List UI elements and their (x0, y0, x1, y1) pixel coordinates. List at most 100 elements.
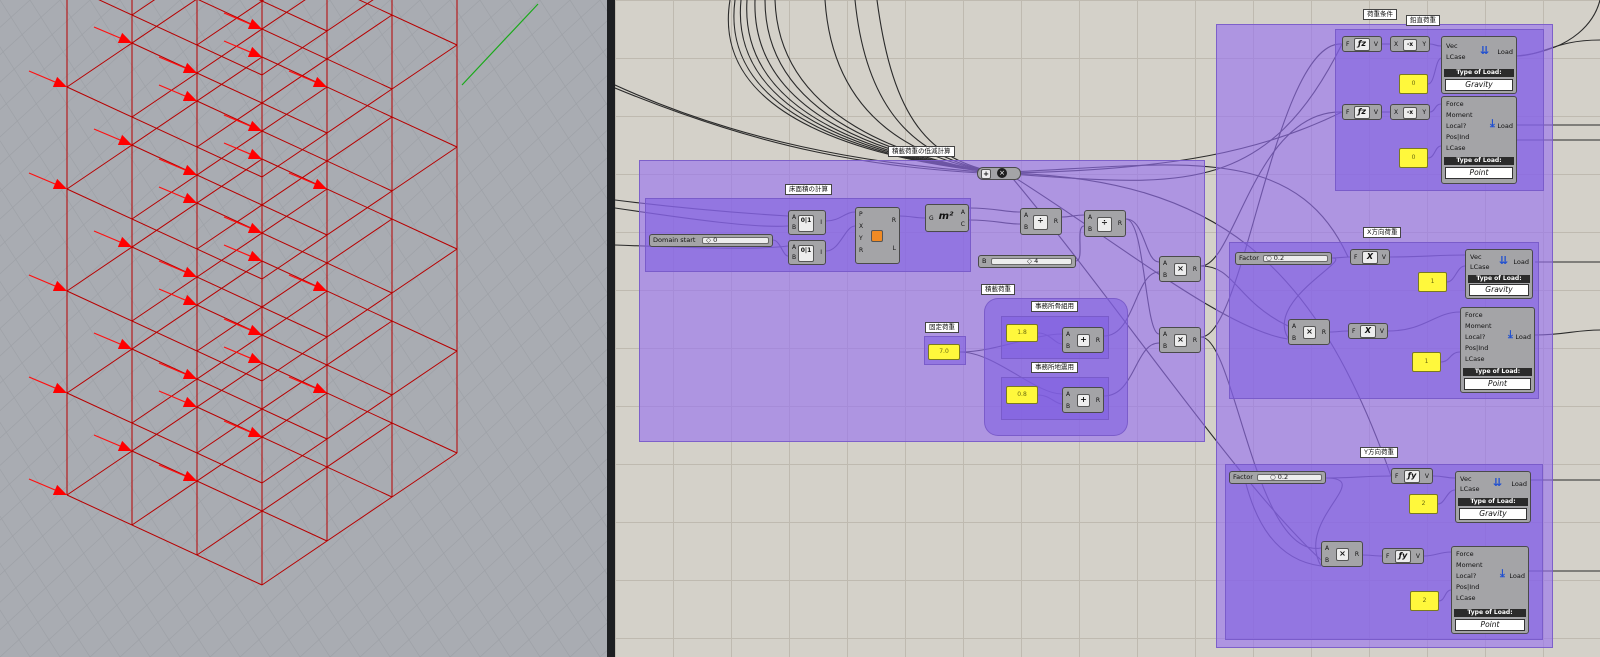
dropdown-load-type[interactable]: Gravity (1469, 284, 1529, 296)
component-multiply-x[interactable]: A B × R (1288, 319, 1330, 345)
unit-z-icon: ƒz (1354, 106, 1370, 119)
rectangle-icon (871, 230, 883, 242)
grid-line (59, 157, 607, 657)
label-y-load: Y方向荷重 (1360, 447, 1398, 458)
multiply-icon: × (1336, 548, 1349, 561)
scale-icon: ÷ (1033, 215, 1048, 230)
slider-x-factor[interactable]: Factor ○ 0.2 (1235, 252, 1332, 265)
component-scale-1[interactable]: A B ÷ R (1020, 208, 1062, 235)
point-load-icon: ⤓ (1508, 328, 1513, 341)
panel-y-1[interactable]: 2 (1409, 494, 1438, 514)
bounds-icon: 0|1 (798, 245, 814, 262)
panel-x-2[interactable]: 1 (1412, 352, 1441, 372)
label-vertical-load: 鉛直荷重 (1406, 15, 1440, 26)
multiply-node[interactable]: × (997, 168, 1007, 178)
slider-value: ○ 0.2 (1266, 254, 1285, 262)
dropdown-load-type[interactable]: Gravity (1445, 79, 1513, 91)
component-unit-z-1[interactable]: F ƒz V (1342, 36, 1382, 52)
component-scale-2[interactable]: A B ÷ R (1084, 210, 1126, 237)
frame-member (131, 144, 328, 236)
panel-live-load-seismic[interactable]: 0.8 (1006, 386, 1038, 404)
component-multiply-1[interactable]: A B × R (1159, 256, 1201, 282)
component-unit-x-2[interactable]: F X V (1348, 323, 1388, 339)
slider-value: ○ 0.2 (1270, 473, 1289, 481)
multiply-icon: × (1174, 263, 1187, 276)
component-addition-2[interactable]: A B + R (1062, 387, 1104, 413)
label-area-calc: 積載荷重の低減計算 (888, 146, 955, 157)
grid-line (299, 0, 607, 481)
dropdown-load-type[interactable]: Point (1445, 167, 1513, 179)
component-deconstruct-2[interactable]: A B 0|1 I (788, 240, 826, 265)
label-fixed-load: 固定荷重 (925, 322, 959, 333)
panel-vertical-1[interactable]: 0 (1399, 74, 1428, 94)
frame-member (66, 392, 263, 484)
panel-y-2[interactable]: 2 (1410, 591, 1439, 611)
panel-splitter[interactable] (607, 0, 615, 657)
grid-line (0, 515, 91, 657)
frame-member (261, 452, 458, 586)
slider-value: ◇ 0 (706, 236, 718, 244)
slider-y-factor[interactable]: Factor ○ 0.2 (1229, 471, 1326, 484)
frame-member (131, 348, 328, 440)
unit-y-icon: ƒy (1395, 550, 1411, 563)
panel-vertical-2[interactable]: 0 (1399, 148, 1428, 168)
frame-member (131, 450, 328, 542)
grasshopper-canvas[interactable]: 荷重条件 鉛直荷重 積載荷重の低減計算 床面積の計算 積載荷重 事務所骨組用 事… (615, 0, 1600, 657)
grid-line (0, 421, 151, 657)
component-unit-y-2[interactable]: F ƒy V (1382, 548, 1424, 564)
dropdown-load-type[interactable]: Gravity (1459, 508, 1527, 520)
component-unit-z-2[interactable]: F ƒz V (1342, 104, 1382, 120)
frame-member (131, 246, 328, 338)
slider-value: ◇ 4 (1027, 257, 1039, 265)
point-load-icon: ⤓ (1500, 567, 1505, 580)
frame-member (66, 188, 263, 280)
multiply-icon: × (1303, 326, 1316, 339)
grid-line (0, 46, 391, 657)
panel-live-load-frame[interactable]: 1.8 (1006, 324, 1038, 342)
slider-domain-start[interactable]: Domain start ◇ 0 (649, 234, 773, 247)
grid-line (0, 0, 151, 138)
grid-line (389, 458, 607, 657)
label-office-seismic: 事務所地震用 (1031, 362, 1078, 373)
component-gravity-load[interactable]: Vec LCase ⇊ Load Type of Load: Gravity (1441, 36, 1517, 94)
label-office-frame: 事務所骨組用 (1031, 301, 1078, 312)
component-unit-y-1[interactable]: F ƒy V (1391, 468, 1433, 484)
component-point-load-1[interactable]: Force Moment Local? Pos|Ind LCase ⤓ Load… (1441, 96, 1517, 184)
negative-icon: -x (1403, 107, 1417, 119)
component-gravity-load-y[interactable]: Vec LCase ⇊ Load Type of Load: Gravity (1455, 471, 1531, 523)
frame-member (66, 494, 263, 586)
component-unit-x-1[interactable]: F X V (1350, 249, 1390, 265)
component-addition-1[interactable]: A B + R (1062, 327, 1104, 353)
label-floor-area: 床面積の計算 (785, 184, 832, 195)
component-negative-2[interactable]: X -x Y (1390, 104, 1430, 120)
unit-x-icon: X (1360, 325, 1376, 338)
grid-line (0, 0, 391, 357)
scale-icon: ÷ (1097, 217, 1112, 232)
component-point-load-y[interactable]: Force Moment Local? Pos|Ind LCase ⤓ Load… (1451, 546, 1529, 634)
component-multiply-2[interactable]: A B × R (1159, 327, 1201, 353)
frame-member (98, 0, 263, 76)
component-gravity-load-x[interactable]: Vec LCase ⇊ Load Type of Load: Gravity (1465, 249, 1533, 299)
frame-member (358, 0, 458, 46)
component-area[interactable]: G m² A C (925, 204, 969, 232)
grid-line (599, 0, 607, 12)
slider-b[interactable]: B ◇ 4 (978, 255, 1076, 268)
dropdown-load-type[interactable]: Point (1464, 378, 1531, 390)
panel-x-1[interactable]: 1 (1418, 272, 1447, 292)
component-deconstruct-1[interactable]: A B 0|1 I (788, 210, 826, 235)
dropdown-load-type[interactable]: Point (1455, 619, 1525, 631)
rhino-viewport[interactable] (0, 0, 607, 657)
component-layer: 荷重条件 鉛直荷重 積載荷重の低減計算 床面積の計算 積載荷重 事務所骨組用 事… (615, 0, 1600, 657)
component-negative-1[interactable]: X -x Y (1390, 36, 1430, 52)
plus-icon: + (1077, 334, 1090, 347)
frame-member (196, 406, 393, 498)
label-load-setting: 荷重条件 (1363, 9, 1397, 20)
frame-member (66, 0, 197, 88)
component-point-load-x[interactable]: Force Moment Local? Pos|Ind LCase ⤓ Load… (1460, 307, 1535, 393)
grid-line (599, 650, 607, 657)
component-multiply-y[interactable]: A B × R (1321, 541, 1363, 567)
panel-fixed-load[interactable]: 7.0 (928, 344, 960, 360)
bounds-icon: 0|1 (798, 215, 814, 232)
component-rectangle[interactable]: P X Y R R L (855, 207, 900, 264)
negative-icon: -x (1403, 39, 1417, 51)
